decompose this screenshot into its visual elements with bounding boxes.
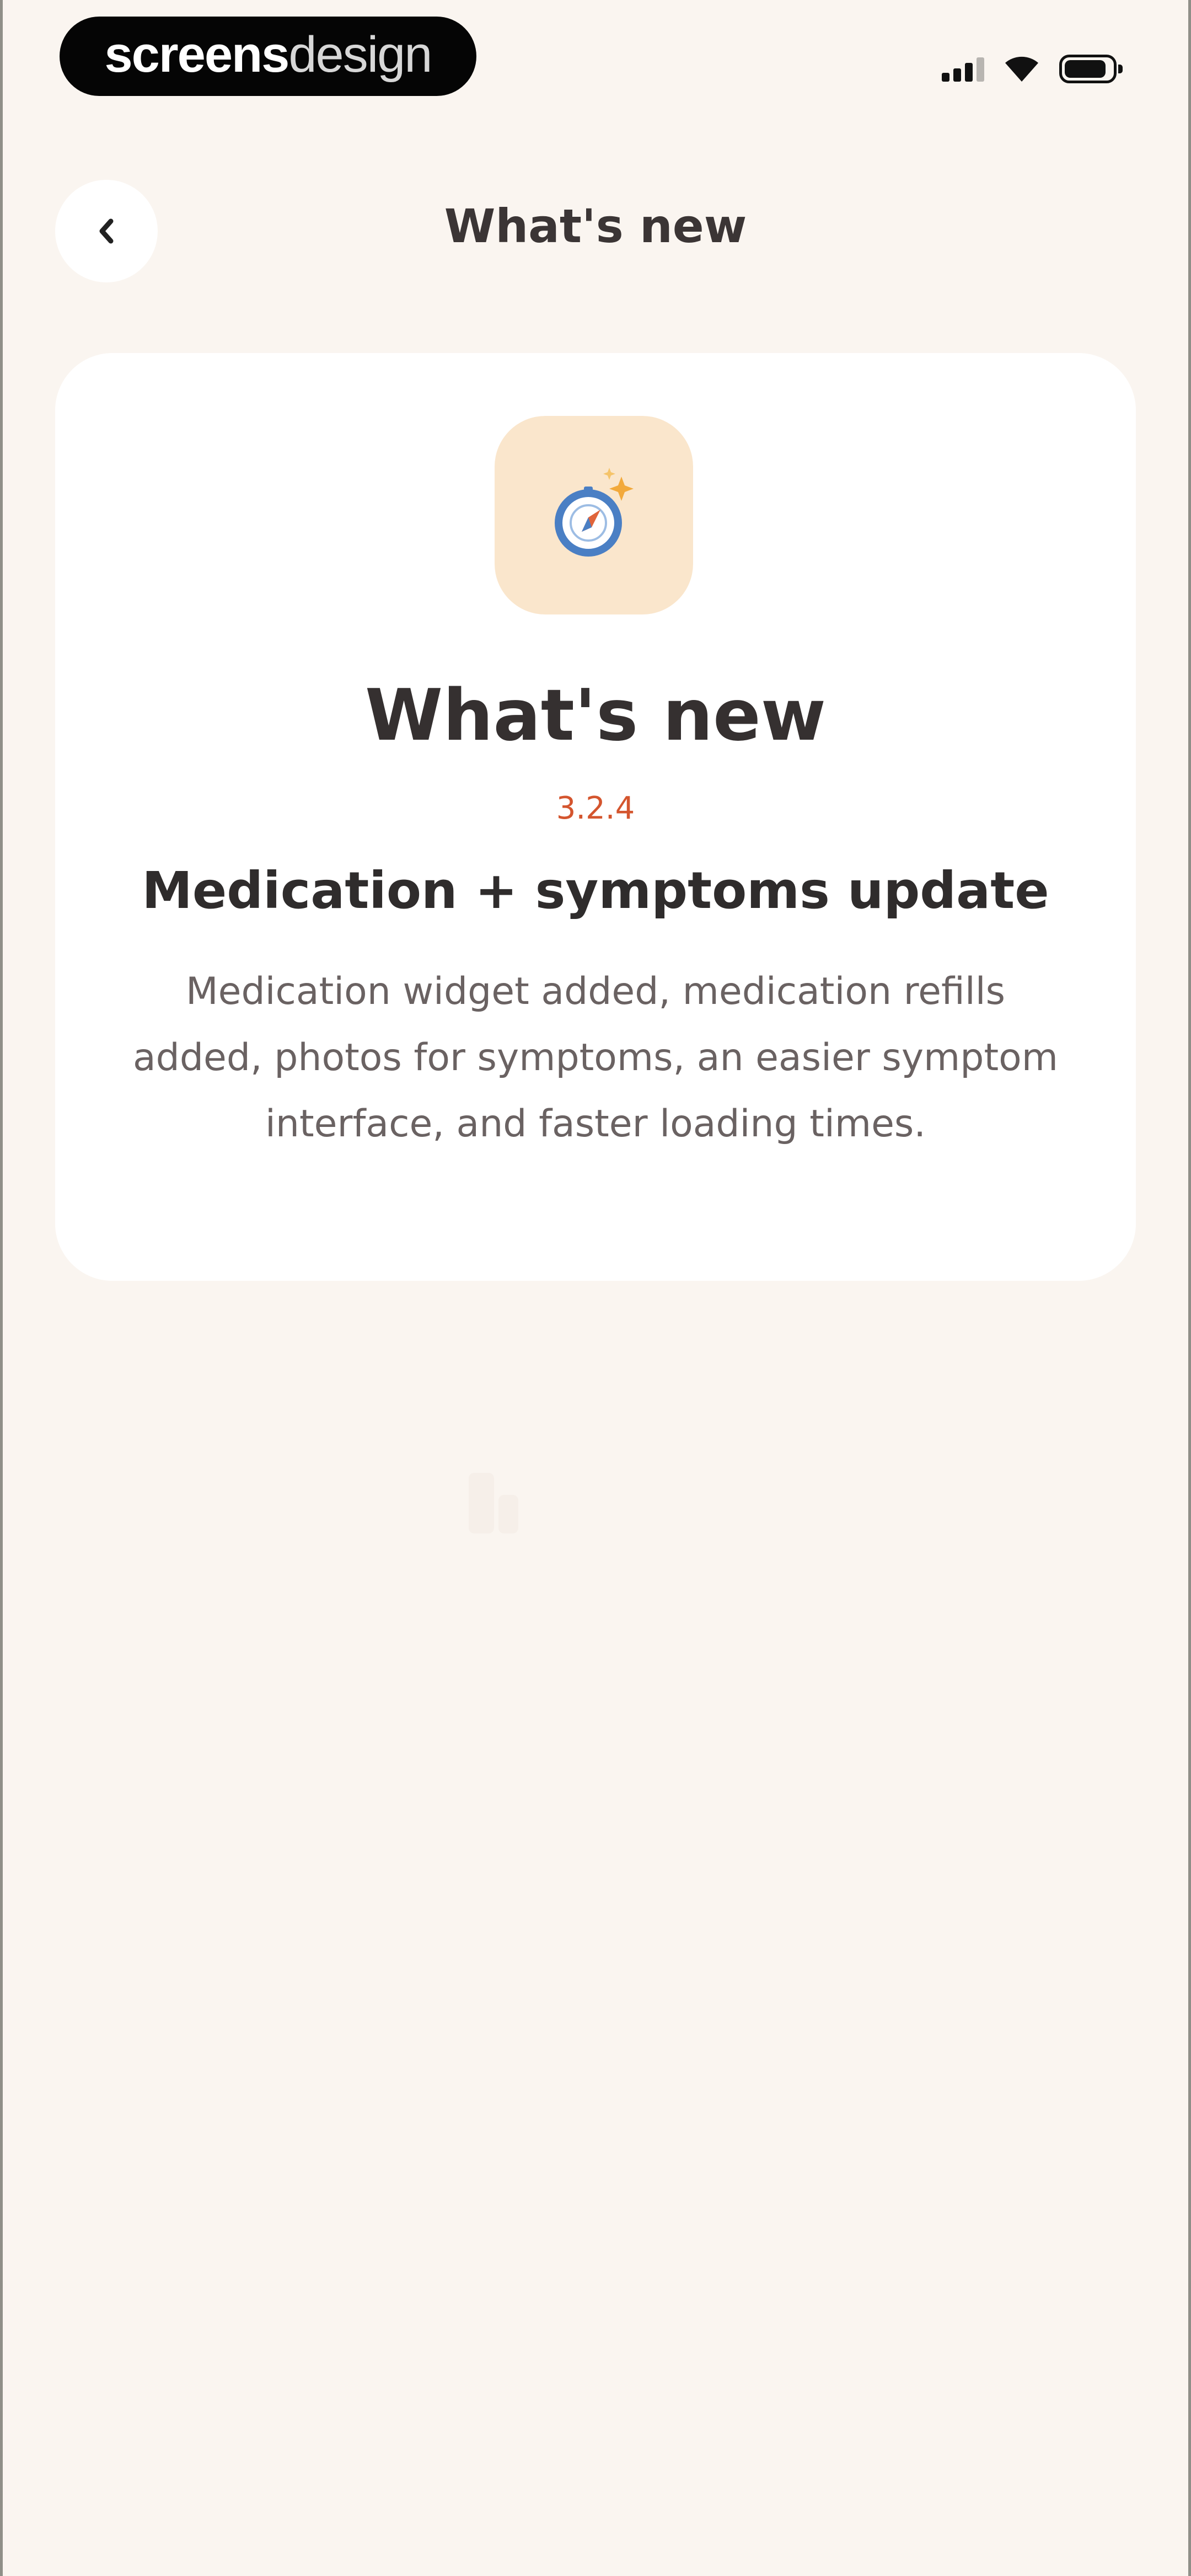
page-title: What's new (444, 199, 747, 253)
feature-icon-tile (495, 416, 693, 614)
brand-logo-light: design (288, 26, 432, 83)
watermark-icon (469, 1473, 518, 1533)
wifi-icon (1005, 56, 1038, 82)
whats-new-card: What's new 3.2.4 Medication + symptoms u… (55, 353, 1136, 1281)
status-icons (942, 50, 1123, 88)
frame-edge-left (0, 0, 3, 2576)
frame-edge-right (1188, 0, 1191, 2576)
compass-sparkle-icon (555, 468, 634, 557)
update-description: Medication widget added, medication refi… (133, 970, 1058, 1146)
signal-icon (942, 56, 984, 82)
brand-logo-strong: screens (104, 26, 290, 83)
brand-logo: screens design (60, 17, 476, 96)
battery-icon (1059, 55, 1123, 83)
card-title: What's new (365, 675, 826, 757)
update-title: Medication + symptoms update (142, 861, 1049, 920)
version-number: 3.2.4 (556, 790, 635, 826)
